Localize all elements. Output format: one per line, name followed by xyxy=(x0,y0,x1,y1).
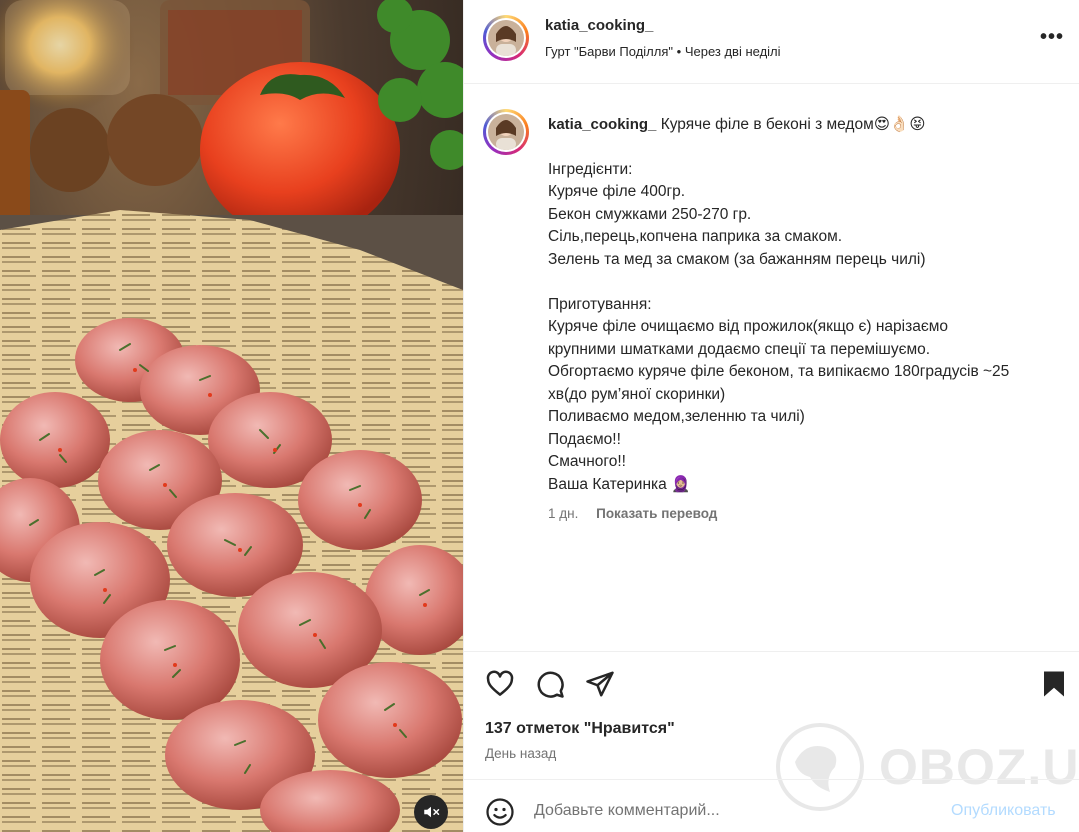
caption-title: Куряче філе в беконі з медом😍👌🏻😝 xyxy=(660,116,926,133)
caption-line: Ваша Катеринка 🧕🏼 xyxy=(548,475,691,493)
caption-line: Сіль,перець,копчена паприка за смаком. xyxy=(548,228,843,245)
caption-body: Інгредієнти: Куряче філе 400гр. Бекон смуж… xyxy=(548,159,1073,497)
caption-line: Куряче філе очищаємо від прожилок(якщо є… xyxy=(548,318,949,335)
caption-avatar[interactable] xyxy=(483,109,529,155)
share-paper-plane-icon[interactable] xyxy=(585,669,615,699)
comment-bubble-icon[interactable] xyxy=(535,669,565,699)
food-photo-illustration xyxy=(0,0,463,832)
avatar[interactable] xyxy=(483,15,529,61)
post-location-audio: Гурт "Барви Поділля" • Через дві неділі xyxy=(545,44,781,59)
caption-line: Поливаємо медом,зеленню та чилі) xyxy=(548,408,805,425)
caption-meta: 1 дн. Показать перевод xyxy=(548,506,717,521)
caption-line: Обгортаємо куряче філе беконом, та випік… xyxy=(548,363,1010,380)
header-username[interactable]: katia_cooking_ xyxy=(545,17,653,34)
speaker-muted-icon xyxy=(424,806,440,818)
translate-link[interactable]: Показать перевод xyxy=(596,506,717,521)
caption-header: katia_cooking_ Куряче філе в беконі з ме… xyxy=(548,114,1073,137)
avatar-photo xyxy=(488,114,524,150)
caption-line: Зелень та мед за смаком (за бажанням пер… xyxy=(548,250,926,268)
comment-bar: Добавьте комментарий... Опубликовать xyxy=(464,780,1079,832)
post-header: katia_cooking_ Гурт "Барви Поділля" • Че… xyxy=(464,0,1079,84)
caption-line: крупними шматками додаємо спеції та пере… xyxy=(548,340,931,358)
caption-line: Смачного!! xyxy=(548,453,626,470)
mute-button[interactable] xyxy=(414,795,448,829)
caption-line: Подаємо!! xyxy=(548,430,621,448)
caption-line: Куряче філе 400гр. xyxy=(548,183,686,200)
avatar-photo xyxy=(488,20,524,56)
post-caption: katia_cooking_ Куряче філе в беконі з ме… xyxy=(548,114,1073,496)
comment-input[interactable]: Добавьте комментарий... xyxy=(534,802,720,820)
emoji-icon[interactable] xyxy=(485,797,515,827)
dot-separator: • xyxy=(676,44,682,59)
location-link[interactable]: Гурт "Барви Поділля" xyxy=(545,44,673,59)
caption-line: Бекон смужками 250-270 гр. xyxy=(548,205,752,223)
bookmark-save-icon[interactable] xyxy=(1041,669,1067,699)
caption-username[interactable]: katia_cooking_ xyxy=(548,116,656,133)
post-panel: katia_cooking_ Гурт "Барви Поділля" • Че… xyxy=(463,0,1079,832)
post-photo[interactable] xyxy=(0,0,463,832)
like-count[interactable]: 137 отметок "Нравится" xyxy=(485,720,675,738)
audio-link[interactable]: Через дві неділі xyxy=(685,44,781,59)
divider xyxy=(464,651,1079,652)
more-options-button[interactable]: ••• xyxy=(1040,26,1068,50)
caption-line: хв(до рум’яної скоринки) xyxy=(548,385,726,403)
caption-line: Інгредієнти: xyxy=(548,160,633,178)
caption-age[interactable]: 1 дн. xyxy=(548,506,578,521)
caption-line xyxy=(548,271,1073,294)
like-heart-icon[interactable] xyxy=(485,669,515,699)
publish-comment-button[interactable]: Опубликовать xyxy=(951,802,1056,820)
caption-line: Приготування: xyxy=(548,295,652,313)
post-timestamp[interactable]: День назад xyxy=(485,746,556,761)
